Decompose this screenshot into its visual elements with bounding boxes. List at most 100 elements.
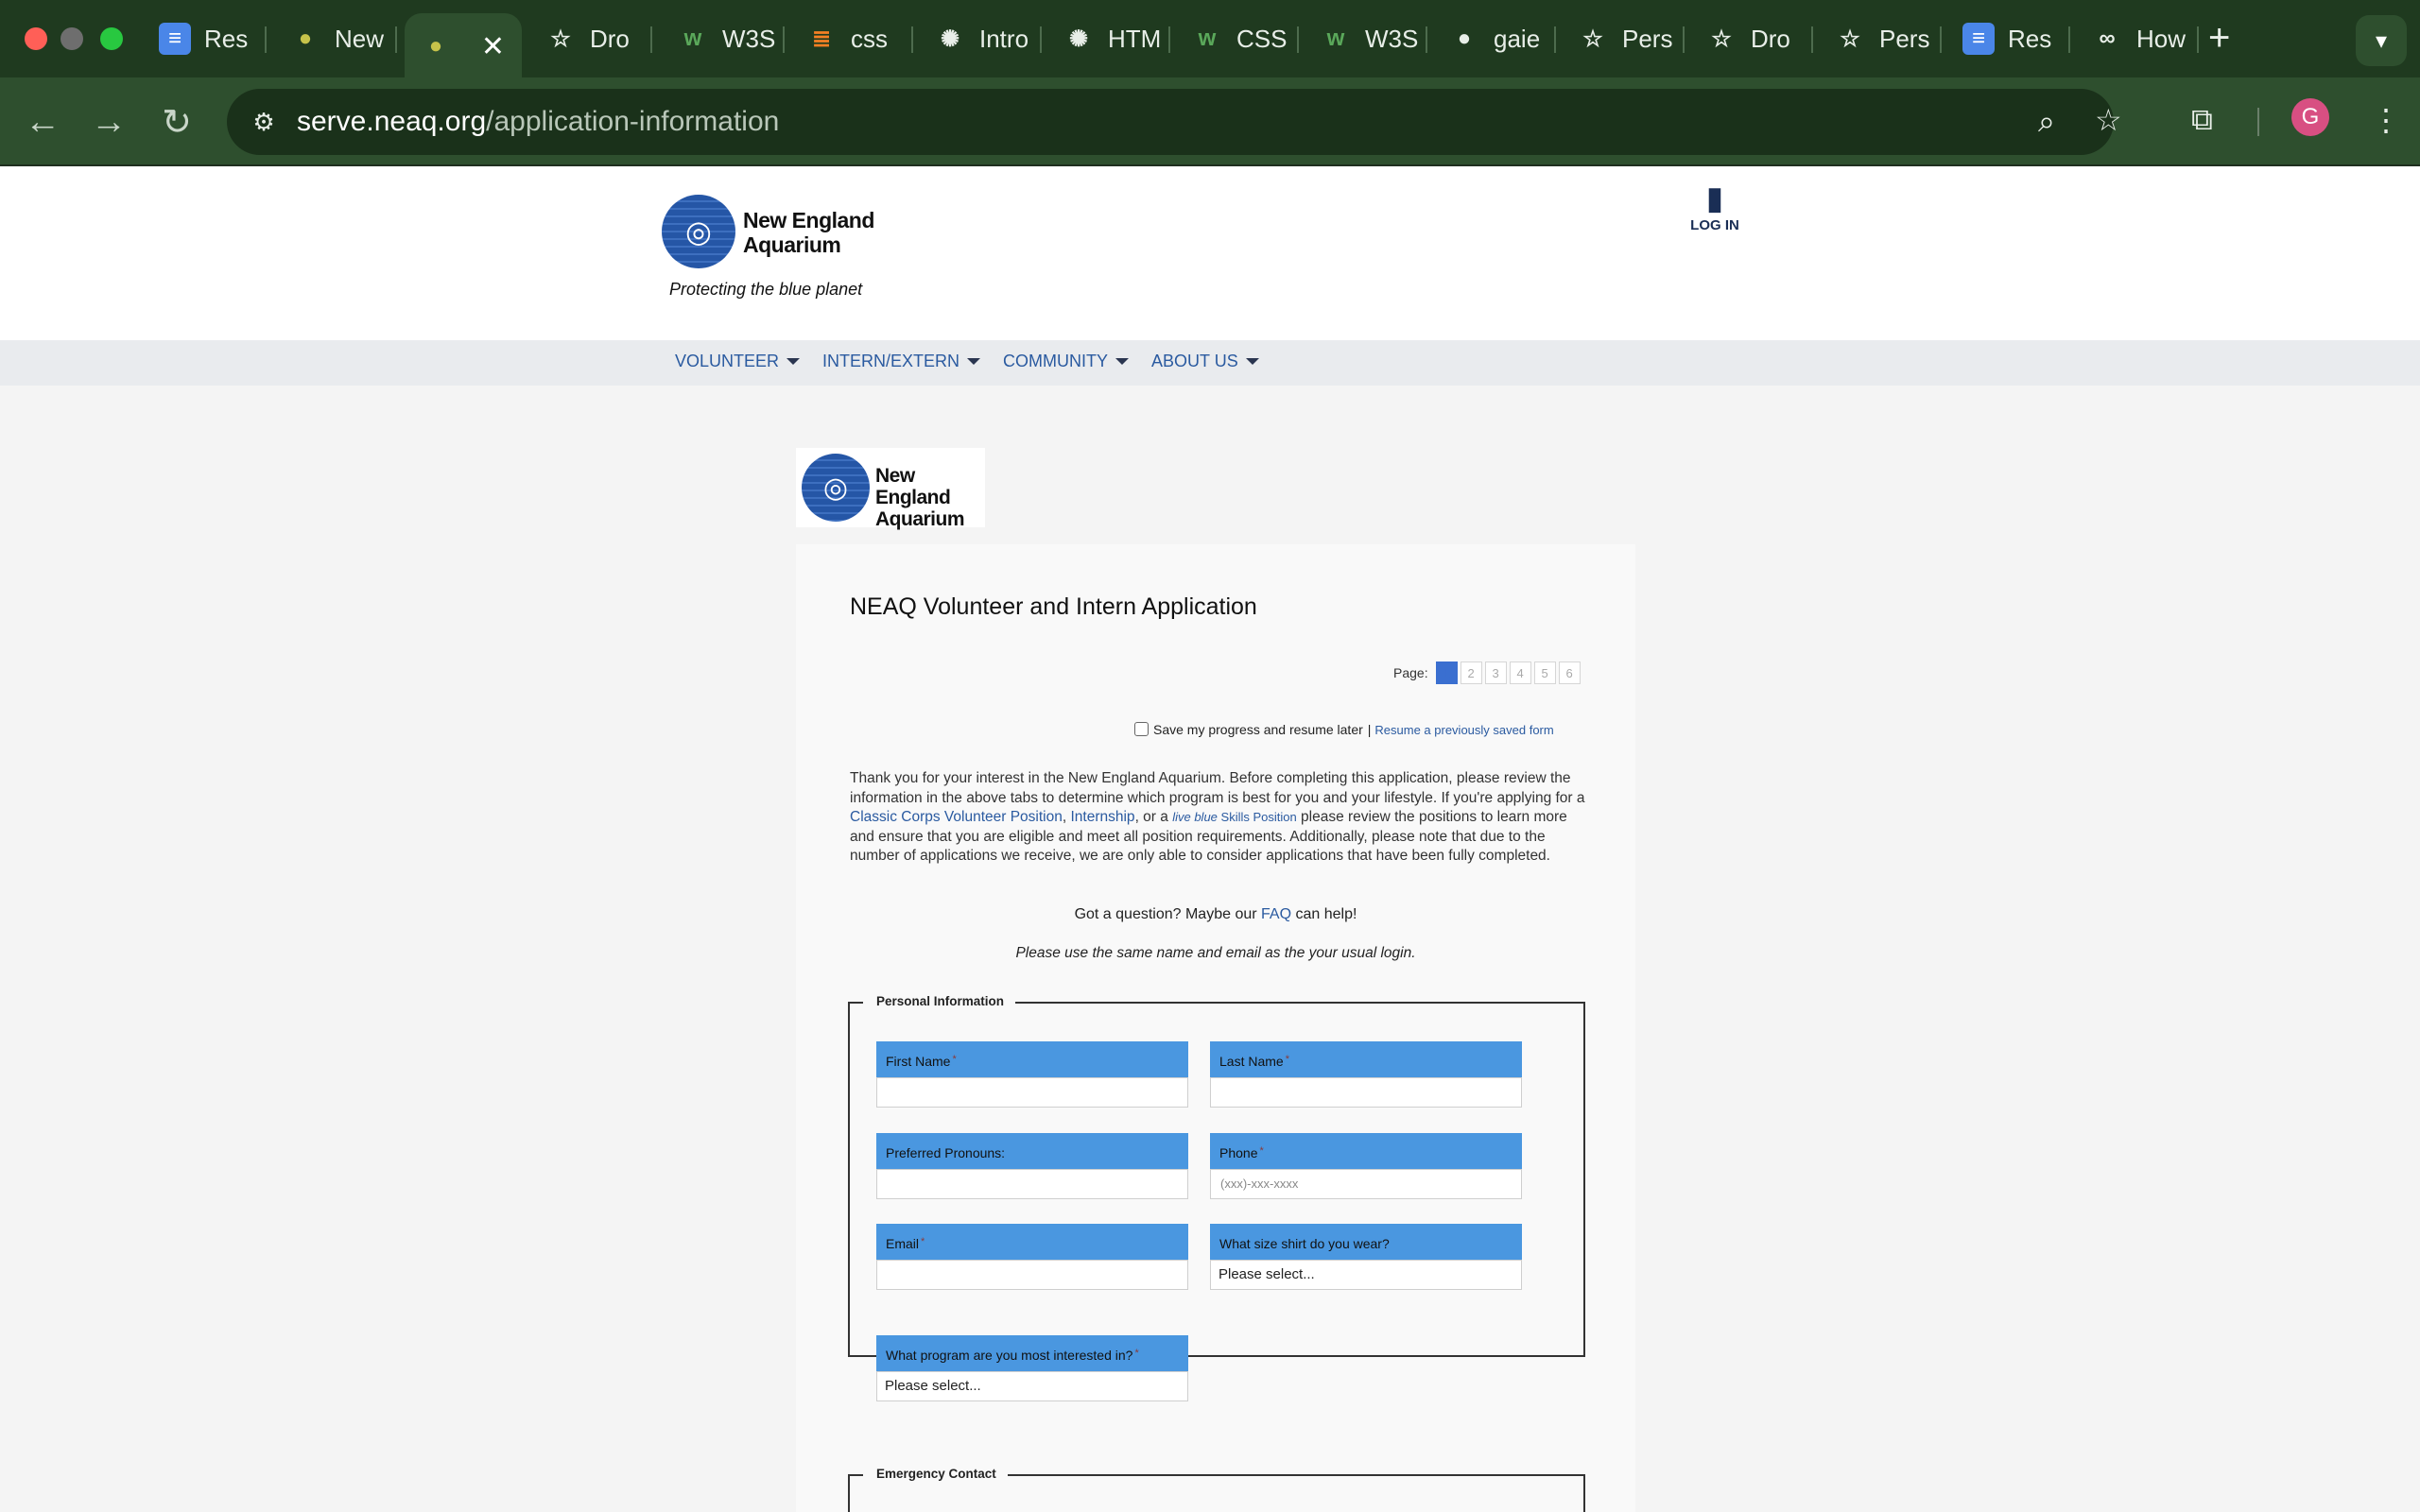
- browser-tab[interactable]: ☆ Dro: [529, 13, 652, 64]
- back-button[interactable]: ←: [19, 98, 66, 146]
- save-progress-checkbox[interactable]: [1134, 722, 1149, 736]
- tab-separator: [1297, 26, 1299, 53]
- browser-tab[interactable]: ● gaie: [1433, 13, 1556, 64]
- address-bar[interactable]: ⚙ serve.neaq.org/application-information…: [227, 89, 2114, 155]
- phone-input[interactable]: (xxx)-xxx-xxxx: [1210, 1169, 1522, 1199]
- bookmark-star-icon[interactable]: ☆: [2095, 102, 2122, 138]
- tab-separator: [1554, 26, 1556, 53]
- tab-title: W3S: [722, 24, 776, 53]
- pronouns-input[interactable]: [876, 1169, 1188, 1199]
- new-tab-button[interactable]: +: [2208, 17, 2230, 60]
- browser-tab[interactable]: ✺ Intro: [919, 13, 1042, 64]
- nav-community[interactable]: COMMUNITY: [1003, 352, 1130, 371]
- tab-search-button[interactable]: ▾: [2356, 15, 2407, 66]
- browser-tab[interactable]: ● New: [274, 13, 397, 64]
- tab-title: Pers: [1879, 24, 1930, 53]
- first-name-label: First Name *: [876, 1041, 1188, 1077]
- shirt-size-label: What size shirt do you wear?: [1210, 1224, 1522, 1260]
- nav-volunteer[interactable]: VOLUNTEER: [675, 352, 801, 371]
- colab-icon: ●: [298, 26, 313, 51]
- shirt-size-select[interactable]: Please select...: [1210, 1260, 1522, 1290]
- browser-tab[interactable]: ☆ Pers: [1819, 13, 1942, 64]
- browser-tab[interactable]: ≡ Res: [1947, 13, 2070, 64]
- close-tab-icon[interactable]: ✕: [481, 30, 505, 63]
- tab-title: CSS: [1236, 24, 1288, 53]
- site-settings-icon[interactable]: ⚙: [246, 104, 282, 140]
- application-form: NEAQ Volunteer and Intern Application Pa…: [796, 544, 1635, 1512]
- faq-link[interactable]: FAQ: [1261, 906, 1291, 922]
- openai-icon: ✺: [940, 26, 960, 52]
- tab-separator: [1940, 26, 1942, 53]
- browser-tab[interactable]: ☆ Pers: [1562, 13, 1685, 64]
- window-close-button[interactable]: [25, 27, 47, 50]
- phone-field: Phone * (xxx)-xxx-xxxx: [1210, 1133, 1522, 1199]
- classic-corps-link[interactable]: Classic Corps Volunteer Position: [850, 809, 1063, 825]
- skills-position-link[interactable]: live blue Skills Position: [1172, 810, 1297, 824]
- page-2[interactable]: 2: [1460, 662, 1482, 684]
- faq-prompt: Got a question? Maybe our FAQ can help!: [796, 906, 1635, 923]
- skills-position-text: Skills Position: [1217, 810, 1297, 825]
- browser-tab[interactable]: w W3S: [1305, 13, 1427, 64]
- openai-icon: ✺: [1068, 26, 1089, 52]
- browser-tab[interactable]: ≡ Res: [144, 13, 267, 64]
- form-logo-text: New England Aquarium: [875, 465, 965, 530]
- profile-avatar[interactable]: G: [2291, 98, 2329, 136]
- page-5[interactable]: 5: [1533, 662, 1556, 684]
- web-page: ◎ New England Aquarium Protecting the blu…: [0, 166, 2420, 1512]
- tab-title: Res: [2008, 24, 2052, 53]
- save-progress-label: Save my progress and resume later: [1153, 722, 1363, 737]
- infinity-icon: ∞: [2099, 26, 2116, 51]
- window-maximize-button[interactable]: [100, 27, 123, 50]
- intro-text: Thank you for your interest in the New E…: [850, 770, 1585, 806]
- tab-title: New: [335, 24, 385, 53]
- page-1[interactable]: 1: [1435, 662, 1458, 684]
- page-6[interactable]: 6: [1558, 662, 1581, 684]
- forward-button[interactable]: →: [85, 98, 132, 146]
- browser-tab[interactable]: ● ✕: [405, 13, 522, 79]
- caret-down-icon: [786, 358, 801, 365]
- browser-tab[interactable]: ☆ Dro: [1690, 13, 1813, 64]
- zoom-icon[interactable]: ⌕: [2038, 104, 2055, 140]
- tab-title: W3S: [1365, 24, 1419, 53]
- reload-button[interactable]: ↻: [153, 98, 200, 146]
- login-button[interactable]: ▮ LOG IN: [1685, 180, 1745, 233]
- extensions-icon[interactable]: ⧉: [2191, 102, 2213, 138]
- tab-title: gaie: [1494, 24, 1541, 53]
- page-3[interactable]: 3: [1484, 662, 1507, 684]
- browser-tab[interactable]: w W3S: [662, 13, 785, 64]
- window-minimize-button[interactable]: [60, 27, 83, 50]
- program-field: What program are you most interested in?…: [876, 1335, 1188, 1401]
- github-icon: ●: [1457, 26, 1472, 51]
- intro-paragraph: Thank you for your interest in the New E…: [850, 769, 1589, 867]
- tab-separator: [395, 26, 397, 53]
- required-mark: *: [952, 1054, 957, 1065]
- browser-menu-icon[interactable]: ⋮: [2371, 102, 2401, 138]
- tab-separator: [650, 26, 652, 53]
- email-input[interactable]: [876, 1260, 1188, 1290]
- first-name-input[interactable]: [876, 1077, 1188, 1108]
- program-select[interactable]: Please select...: [876, 1371, 1188, 1401]
- required-mark: *: [921, 1236, 925, 1247]
- caret-down-icon: [1245, 358, 1259, 365]
- nav-about-us[interactable]: ABOUT US: [1151, 352, 1259, 371]
- tab-title: css: [851, 24, 888, 53]
- tab-separator: [1040, 26, 1042, 53]
- last-name-input[interactable]: [1210, 1077, 1522, 1108]
- colab-icon: ●: [428, 33, 443, 59]
- emergency-contact-section: Emergency Contact: [848, 1467, 1585, 1512]
- tab-separator: [1168, 26, 1170, 53]
- site-tagline: Protecting the blue planet: [669, 280, 863, 299]
- nav-intern-extern[interactable]: INTERN/EXTERN: [822, 352, 981, 371]
- page-label: Page:: [1393, 665, 1428, 680]
- browser-tab[interactable]: w CSS: [1176, 13, 1299, 64]
- browser-tab[interactable]: ✺ HTM: [1047, 13, 1170, 64]
- nav-label: INTERN/EXTERN: [822, 352, 960, 370]
- resume-saved-form-link[interactable]: Resume a previously saved form: [1374, 723, 1553, 737]
- login-note: Please use the same name and email as th…: [1015, 945, 1416, 961]
- internship-link[interactable]: Internship: [1070, 809, 1134, 825]
- browser-tab[interactable]: ≣ css: [790, 13, 913, 64]
- browser-tab[interactable]: ∞ How: [2076, 13, 2199, 64]
- form-title: NEAQ Volunteer and Intern Application: [850, 593, 1257, 620]
- tab-separator: [265, 26, 267, 53]
- page-4[interactable]: 4: [1509, 662, 1531, 684]
